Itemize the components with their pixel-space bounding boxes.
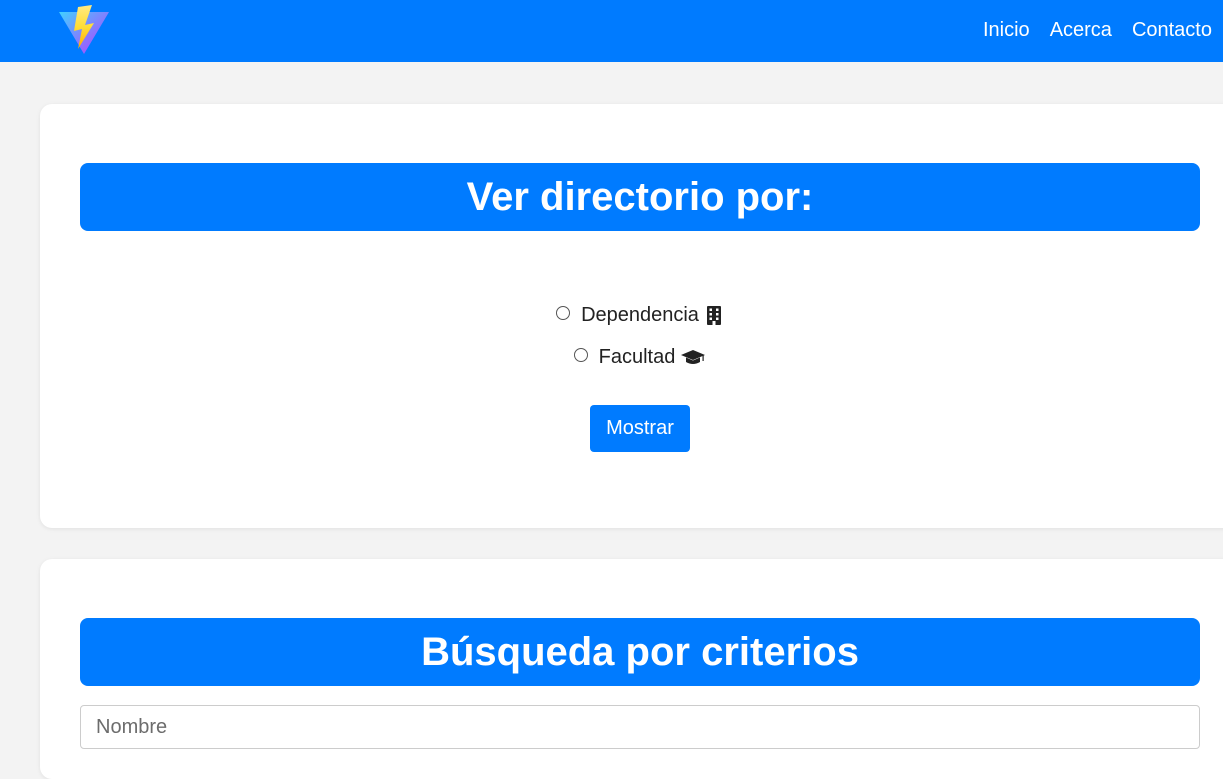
nav-link-contacto[interactable]: Contacto <box>1132 18 1212 42</box>
search-card-title: Búsqueda por criterios <box>80 618 1200 686</box>
radio-facultad[interactable] <box>573 348 588 362</box>
nav-link-inicio[interactable]: Inicio <box>983 18 1030 42</box>
option-facultad[interactable]: Facultad <box>40 345 1223 369</box>
option-facultad-label: Facultad <box>598 346 676 368</box>
nav-link-acerca[interactable]: Acerca <box>1050 18 1112 42</box>
top-navbar: Inicio Acerca Contacto <box>0 0 1223 62</box>
vite-logo-icon[interactable] <box>58 5 110 55</box>
main-nav: Inicio Acerca Contacto <box>983 18 1212 42</box>
option-dependencia[interactable]: Dependencia <box>40 303 1223 327</box>
show-button[interactable]: Mostrar <box>590 405 690 452</box>
graduation-cap-icon <box>680 347 706 367</box>
radio-dependencia[interactable] <box>556 306 571 320</box>
directory-card-title: Ver directorio por: <box>80 163 1200 231</box>
option-dependencia-label: Dependencia <box>581 304 699 326</box>
name-search-input[interactable] <box>80 705 1200 749</box>
office-building-icon <box>704 305 724 325</box>
directory-card: Ver directorio por: Dependencia Facultad <box>40 104 1223 528</box>
search-card: Búsqueda por criterios <box>40 559 1223 779</box>
